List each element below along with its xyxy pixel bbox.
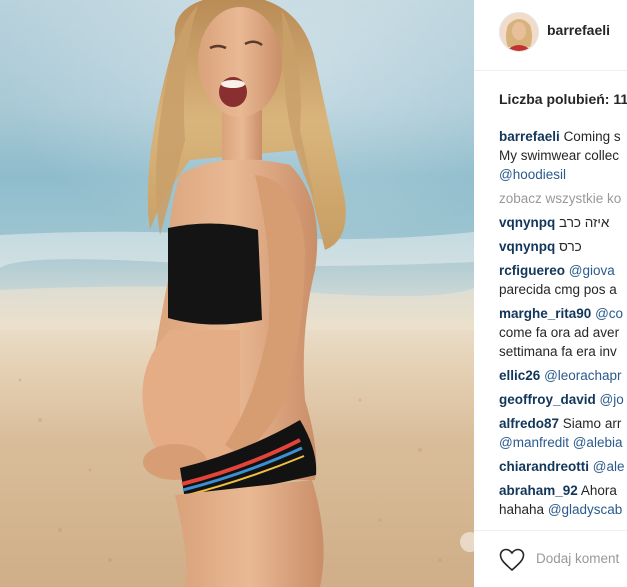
- comment-mention[interactable]: @giova: [569, 263, 615, 278]
- comment-text: Siamo arr: [562, 416, 622, 431]
- comment-item: abraham_92 Ahora hahaha @gladyscab: [499, 481, 627, 519]
- post-photo[interactable]: [0, 0, 474, 587]
- comment-mention[interactable]: @ale: [593, 459, 625, 474]
- caption-text-line-2: My swimwear collec: [499, 148, 620, 163]
- post-sidebar: barrefaeli Liczba polubień: 110 barrefae…: [474, 0, 627, 587]
- author-avatar[interactable]: [499, 12, 539, 52]
- view-all-comments-link[interactable]: zobacz wszystkie ko: [499, 191, 621, 206]
- caption-username[interactable]: barrefaeli: [499, 129, 560, 144]
- comment-text: come fa ora ad aver: [499, 325, 620, 340]
- comment-text: כרס: [559, 239, 582, 254]
- comment-mention[interactable]: @co: [595, 306, 623, 321]
- comment-username[interactable]: chiarandreotti: [499, 459, 589, 474]
- caption-mention[interactable]: @hoodiesil: [499, 167, 566, 182]
- comment-item: ellic26 @leorachapr: [499, 366, 627, 385]
- caption-text-line-1: Coming s: [563, 129, 621, 144]
- comment-username[interactable]: vqnynpq: [499, 239, 555, 254]
- comment-username[interactable]: rcfiguereo: [499, 263, 565, 278]
- comment-item: vqnynpq איזה כרב: [499, 213, 627, 232]
- comment-text: איזה כרב: [559, 215, 610, 230]
- comment-item: marghe_rita90 @co come fa ora ad aver se…: [499, 304, 627, 361]
- comment-item: chiarandreotti @ale: [499, 457, 627, 476]
- comment-username[interactable]: vqnynpq: [499, 215, 555, 230]
- comment-text: Ahora: [580, 483, 617, 498]
- comment-text: hahaha: [499, 502, 548, 517]
- comment-username[interactable]: alfredo87: [499, 416, 559, 431]
- comment-item: vqnynpq כרס: [499, 237, 627, 256]
- comment-username[interactable]: geoffroy_david: [499, 392, 596, 407]
- caption: barrefaeli Coming s: [499, 127, 627, 146]
- comment-item: geoffroy_david @jo: [499, 390, 627, 409]
- heart-outline-icon[interactable]: [499, 548, 525, 572]
- comments-list: barrefaeli Coming s My swimwear collec @…: [499, 127, 627, 519]
- comment-mention[interactable]: @jo: [600, 392, 624, 407]
- likes-count[interactable]: Liczba polubień: 110: [499, 91, 627, 107]
- comment-mention[interactable]: @manfredit @alebia: [499, 435, 622, 450]
- add-comment-input[interactable]: Dodaj koment: [536, 551, 619, 566]
- comment-text: settimana fa era inv: [499, 344, 617, 359]
- comment-item: alfredo87 Siamo arr @manfredit @alebia: [499, 414, 627, 452]
- comment-mention[interactable]: @gladyscab: [548, 502, 623, 517]
- comment-username[interactable]: marghe_rita90: [499, 306, 591, 321]
- comment-mention[interactable]: @leorachapr: [544, 368, 622, 383]
- photo-illustration: [0, 0, 474, 587]
- comment-item: rcfiguereo @giova parecida cmg pos a: [499, 261, 627, 299]
- comment-username[interactable]: ellic26: [499, 368, 540, 383]
- comment-username[interactable]: abraham_92: [499, 483, 578, 498]
- post-actions: Dodaj koment: [474, 530, 627, 587]
- author-username[interactable]: barrefaeli: [547, 22, 610, 38]
- comment-text: parecida cmg pos a: [499, 282, 617, 297]
- avatar-portrait-icon: [500, 13, 538, 51]
- post-header: barrefaeli: [474, 0, 627, 71]
